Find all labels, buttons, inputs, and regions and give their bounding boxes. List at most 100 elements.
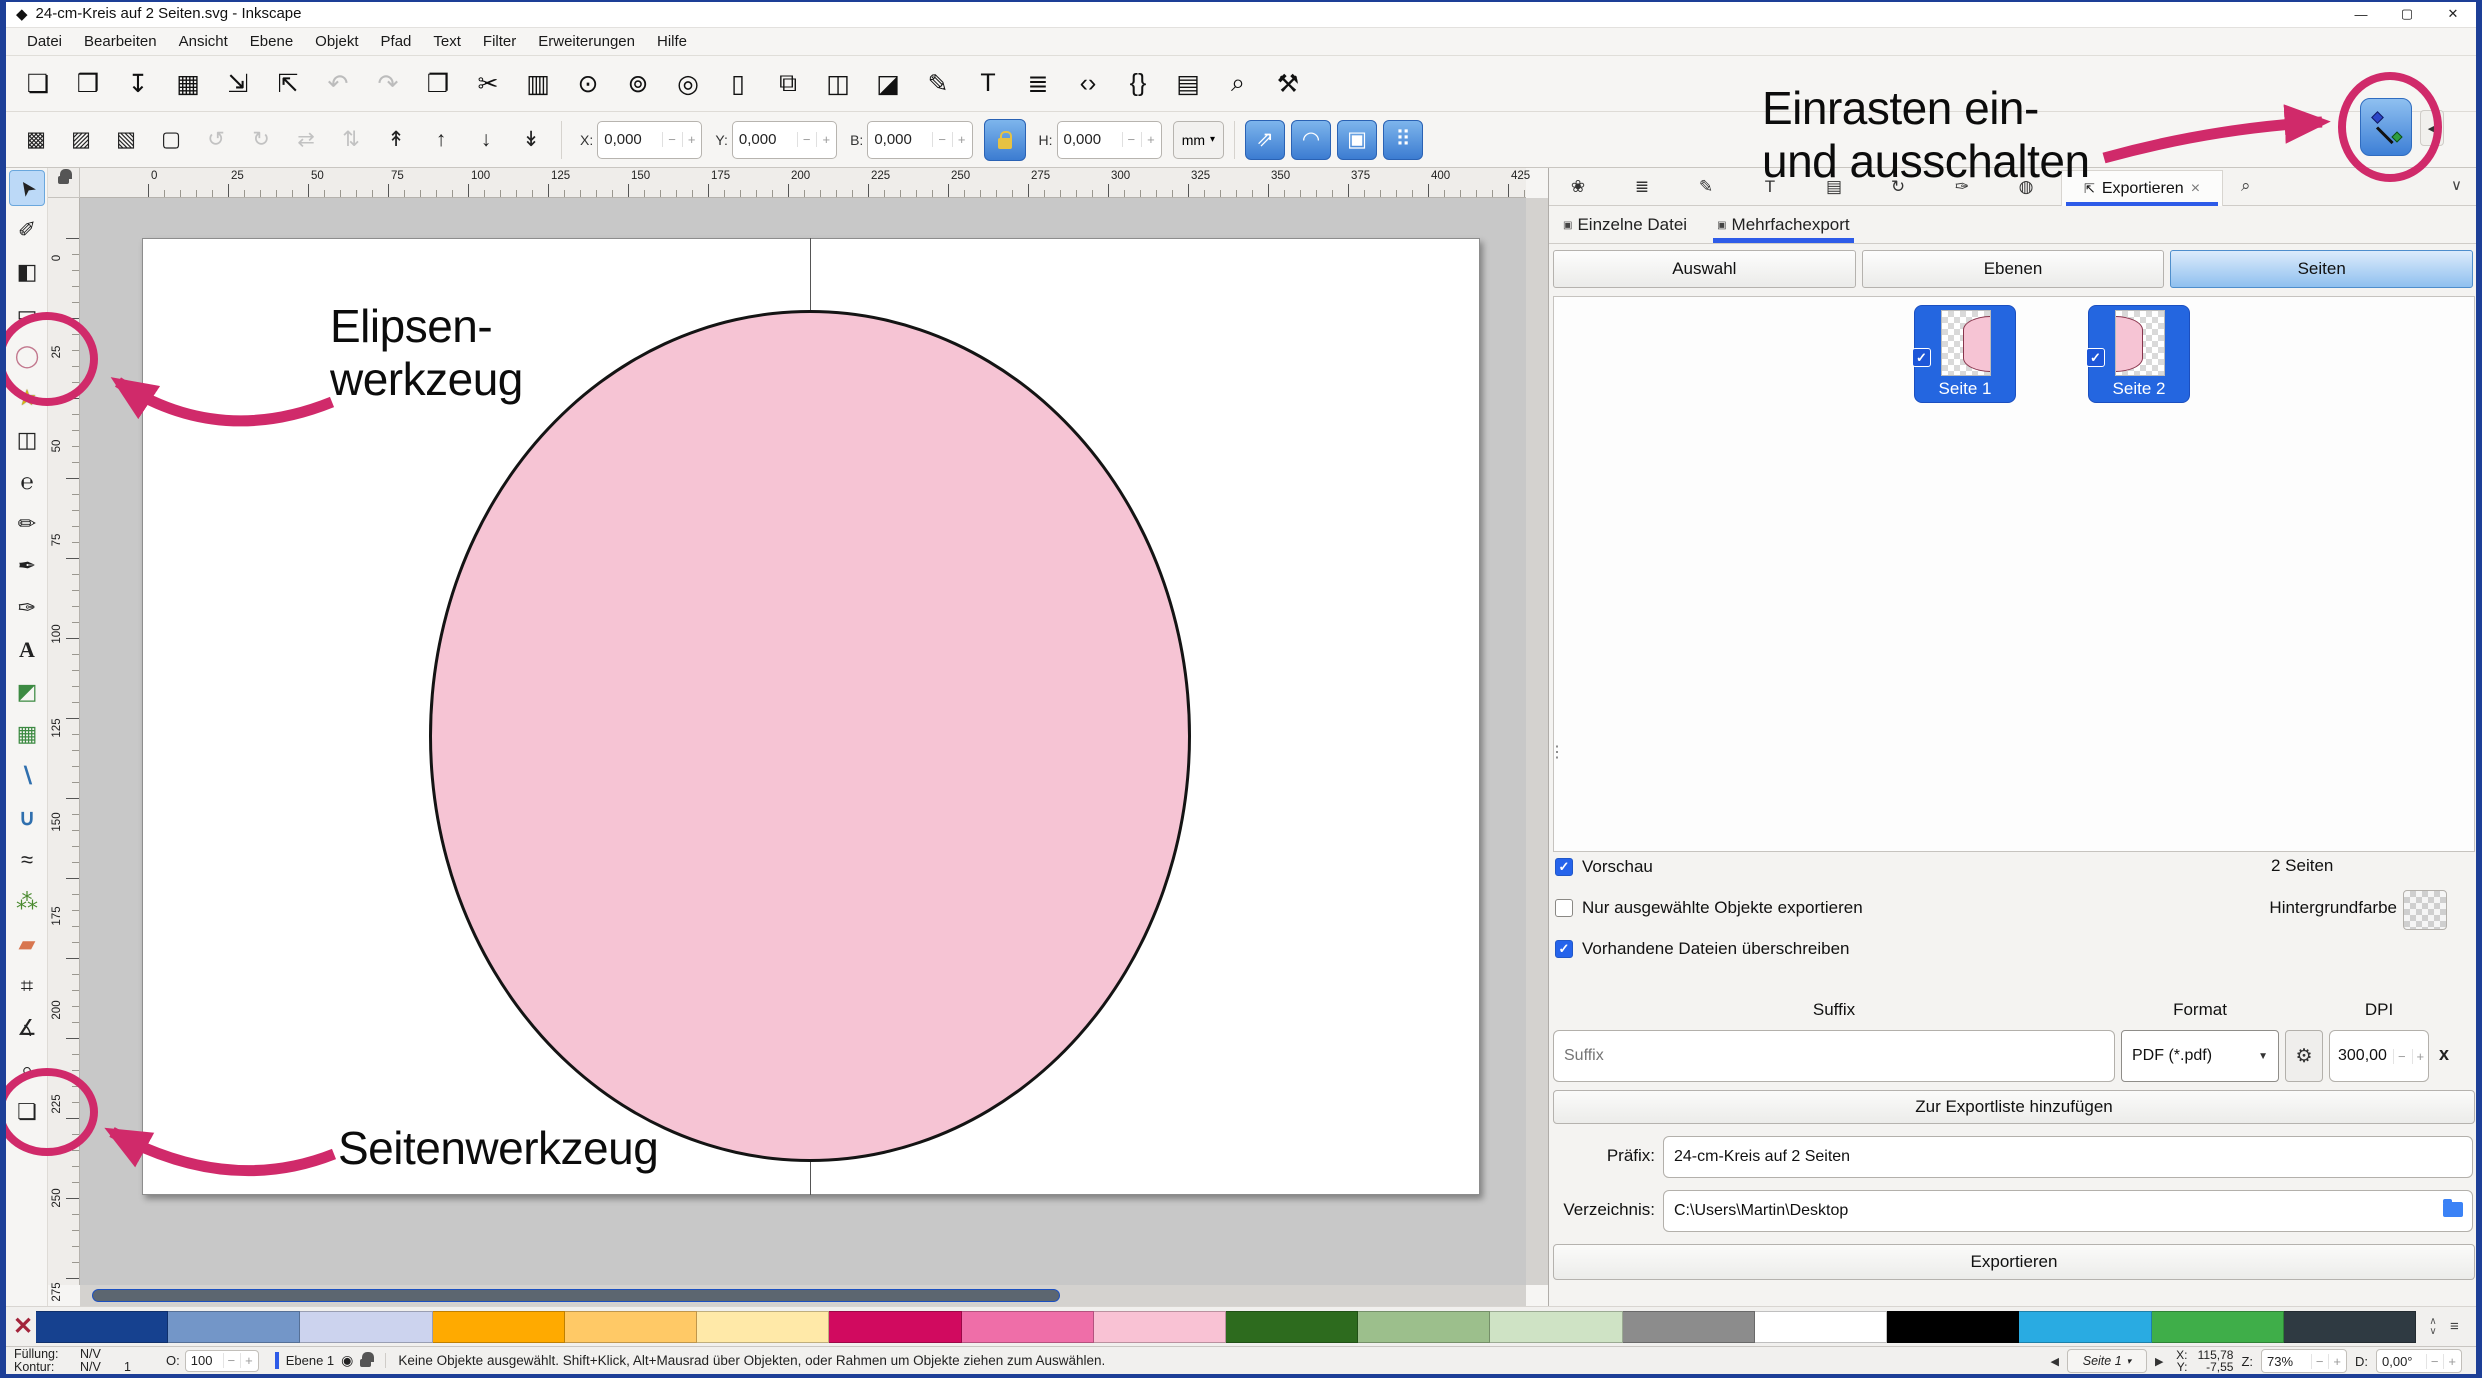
width-input[interactable]: 0,000−+ — [867, 121, 972, 159]
lock-ratio-button[interactable] — [984, 119, 1026, 161]
menu-item[interactable]: Datei — [18, 30, 71, 53]
import-button[interactable]: ⇲ — [216, 62, 260, 106]
format-settings-button[interactable]: ⚙ — [2285, 1030, 2323, 1082]
no-color-button[interactable]: ✕ — [10, 1311, 36, 1343]
opacity-input[interactable]: 100−+ — [185, 1350, 259, 1372]
color-swatch[interactable] — [697, 1311, 829, 1343]
color-swatch[interactable] — [829, 1311, 961, 1343]
directory-input[interactable] — [1663, 1190, 2473, 1232]
ellipse-tool[interactable]: ◯ — [9, 338, 45, 374]
dropper-tool[interactable]: ∖ — [9, 758, 45, 794]
bezier-tool[interactable]: ✒ — [9, 548, 45, 584]
color-swatch[interactable] — [1226, 1311, 1358, 1343]
dock-search-icon[interactable]: ⌕ — [2241, 176, 2251, 196]
menu-item[interactable]: Ansicht — [170, 30, 237, 53]
paste-button[interactable]: ▥ — [516, 62, 560, 106]
zoom-page-width-button[interactable]: ▯ — [716, 62, 760, 106]
source-button[interactable]: Ebenen — [1862, 250, 2165, 288]
layers-dialog-button[interactable]: ≣ — [1016, 62, 1060, 106]
paint-bucket-tool[interactable]: ∪ — [9, 800, 45, 836]
export-tab[interactable]: ▣Einzelne Datei — [1559, 209, 1691, 243]
menu-item[interactable]: Text — [424, 30, 470, 53]
pencil-tool[interactable]: ✏ — [9, 506, 45, 542]
option-row[interactable]: Vorhandene Dateien überschreiben — [1555, 934, 1863, 964]
checkbox[interactable] — [1555, 940, 1573, 958]
scale-patterns-toggle[interactable]: ⠿ — [1383, 120, 1423, 160]
select-all-layers-button[interactable]: ▨ — [61, 120, 101, 160]
horizontal-scrollbar[interactable] — [80, 1285, 1526, 1306]
print-button[interactable]: ▦ — [166, 62, 210, 106]
minimize-button[interactable]: — — [2338, 0, 2384, 28]
export-button[interactable]: ⇱ — [266, 62, 310, 106]
menu-item[interactable]: Pfad — [372, 30, 421, 53]
dock-icon-layers[interactable]: ≣ — [1627, 172, 1657, 202]
color-swatch[interactable] — [1094, 1311, 1226, 1343]
shape-builder-tool[interactable]: ◧ — [9, 254, 45, 290]
menu-item[interactable]: Filter — [474, 30, 525, 53]
color-swatch[interactable] — [168, 1311, 300, 1343]
zoom-input[interactable]: 73%−+ — [2261, 1349, 2347, 1373]
text-dialog-button[interactable]: T — [966, 62, 1010, 106]
rotate-cw-button[interactable]: ↻ — [241, 120, 281, 160]
canvas[interactable] — [80, 198, 1526, 1285]
swatches-dialog-button[interactable]: {} — [1116, 62, 1160, 106]
page-thumbnail[interactable]: ✓ Seite 1 — [1914, 305, 2016, 403]
xml-editor-button[interactable]: ‹› — [1066, 62, 1110, 106]
deselect-button[interactable]: ▢ — [151, 120, 191, 160]
scale-corners-toggle[interactable]: ◠ — [1291, 120, 1331, 160]
raise-to-top-button[interactable]: ↟ — [376, 120, 416, 160]
color-swatch[interactable] — [1755, 1311, 1887, 1343]
maximize-button[interactable]: ▢ — [2384, 0, 2430, 28]
select-all-button[interactable]: ▩ — [16, 120, 56, 160]
page-prev-icon[interactable]: ◀ — [2051, 1355, 2059, 1368]
scale-stroke-toggle[interactable]: ⇗ — [1245, 120, 1285, 160]
page-next-icon[interactable]: ▶ — [2155, 1355, 2163, 1368]
palette-scroll-up-icon[interactable]: ∧ — [2429, 1317, 2436, 1327]
preferences-button[interactable]: ⚒ — [1266, 62, 1310, 106]
text-tool[interactable]: A — [9, 632, 45, 668]
vertical-scrollbar[interactable] — [1526, 198, 1548, 1285]
color-swatch[interactable] — [2152, 1311, 2284, 1343]
add-to-export-list-button[interactable]: Zur Exportliste hinzufügen — [1553, 1090, 2475, 1124]
star-tool[interactable]: ★ — [9, 380, 45, 416]
circle-object[interactable] — [429, 310, 1191, 1162]
palette-scroll[interactable]: ∧ ∨ — [2416, 1317, 2450, 1337]
thumbnail-checkbox[interactable]: ✓ — [1912, 348, 1931, 367]
lower-button[interactable]: ↓ — [466, 120, 506, 160]
node-tool[interactable]: ✐ — [9, 212, 45, 248]
option-row[interactable]: Nur ausgewählte Objekte exportieren — [1555, 893, 1863, 923]
rectangle-tool[interactable]: ▭ — [9, 296, 45, 332]
page-thumbnail[interactable]: ✓ Seite 2 — [2088, 305, 2190, 403]
new-document-button[interactable]: ❏ — [16, 62, 60, 106]
spray-tool[interactable]: ⁂ — [9, 884, 45, 920]
x-input[interactable]: 0,000−+ — [597, 121, 702, 159]
calligraphy-tool[interactable]: ✑ — [9, 590, 45, 626]
color-swatch[interactable] — [433, 1311, 565, 1343]
background-color-swatch[interactable] — [2403, 890, 2447, 930]
horizontal-ruler[interactable]: 0255075100125150175200225250275300325350… — [80, 168, 1526, 198]
measure-tool[interactable]: ∡ — [9, 1010, 45, 1046]
height-input[interactable]: 0,000−+ — [1057, 121, 1162, 159]
eye-icon[interactable]: ◉ — [341, 1352, 353, 1369]
find-button[interactable]: ⌕ — [1216, 62, 1260, 106]
close-button[interactable]: ✕ — [2430, 0, 2476, 28]
zoom-page-button[interactable]: ◎ — [666, 62, 710, 106]
palette-scroll-down-icon[interactable]: ∨ — [2429, 1327, 2436, 1337]
horizontal-scrollbar-thumb[interactable] — [92, 1289, 1060, 1302]
align-dialog-button[interactable]: ▤ — [1166, 62, 1210, 106]
tab-close-icon[interactable]: × — [2191, 180, 2200, 198]
dock-menu-chevron-icon[interactable]: ∨ — [2451, 176, 2462, 194]
exportieren-button[interactable]: Exportieren — [1553, 1244, 2475, 1280]
tweak-tool[interactable]: ≈ — [9, 842, 45, 878]
pages-tool[interactable]: ❏ — [9, 1094, 45, 1130]
zoom-drawing-button[interactable]: ⊚ — [616, 62, 660, 106]
unlink-clone-button[interactable]: ◪ — [866, 62, 910, 106]
zoom-selection-button[interactable]: ⊙ — [566, 62, 610, 106]
dpi-input[interactable]: 300,00 −+ — [2329, 1030, 2429, 1082]
color-swatch[interactable] — [1490, 1311, 1622, 1343]
menu-item[interactable]: Erweiterungen — [529, 30, 644, 53]
menu-item[interactable]: Ebene — [241, 30, 302, 53]
checkbox[interactable] — [1555, 858, 1573, 876]
menu-item[interactable]: Hilfe — [648, 30, 696, 53]
option-row[interactable]: Vorschau — [1555, 852, 1863, 882]
